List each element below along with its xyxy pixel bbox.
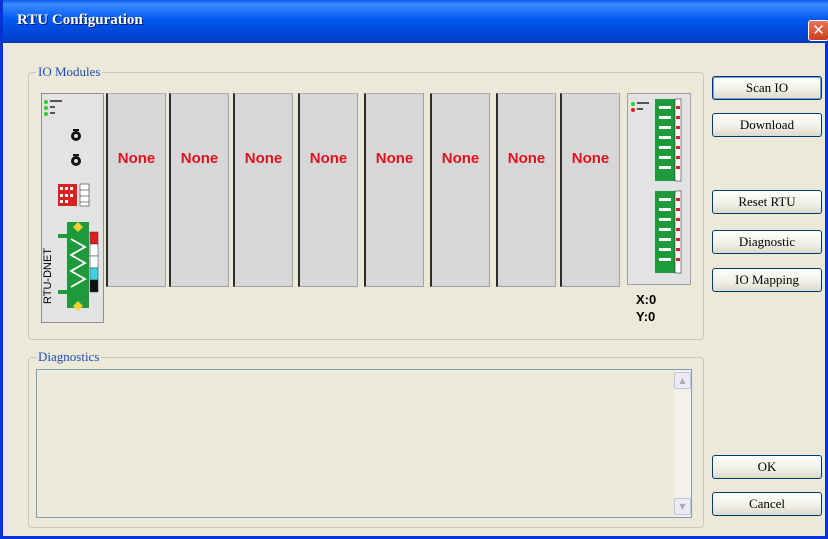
slot-status: None <box>244 150 283 167</box>
io-modules-legend: IO Modules <box>36 64 103 80</box>
window-title: RTU Configuration <box>17 12 143 28</box>
io-slot-5[interactable]: None <box>364 93 424 287</box>
ok-button[interactable]: OK <box>712 455 822 479</box>
lv-led-icon <box>631 108 635 112</box>
diagnostic-button[interactable]: Diagnostic <box>712 230 822 254</box>
slot-status: None <box>180 150 219 167</box>
slot-status: None <box>571 150 610 167</box>
io-slot-4[interactable]: None <box>298 93 358 287</box>
end-module-art <box>631 98 682 274</box>
y-count-label: Y:0 <box>636 309 656 324</box>
slot-status: None <box>507 150 546 167</box>
run-led-icon <box>631 102 635 106</box>
io-slot-1[interactable]: None <box>106 93 166 287</box>
io-mapping-button[interactable]: IO Mapping <box>712 268 822 292</box>
rtu-dnet-module[interactable]: RTU-DNET <box>41 93 104 323</box>
run-led-icon <box>44 100 48 104</box>
rtu-configuration-dialog: RTU Configuration ✕ IO Modules RTU-DNET … <box>0 0 828 539</box>
ms-led-icon <box>44 106 48 110</box>
ns-led-icon <box>44 112 48 116</box>
io-slot-7[interactable]: None <box>496 93 556 287</box>
io-slot-8[interactable]: None <box>560 93 620 287</box>
scroll-down-icon[interactable]: ▼ <box>674 498 691 515</box>
rtu-dnet-label: RTU-DNET <box>42 247 54 304</box>
slot-status: None <box>309 150 348 167</box>
devicenet-connector-icon <box>67 222 89 308</box>
cancel-button[interactable]: Cancel <box>712 492 822 516</box>
io-slot-2[interactable]: None <box>169 93 229 287</box>
x-count-label: X:0 <box>636 292 657 307</box>
end-module[interactable] <box>627 93 691 285</box>
slot-status: None <box>441 150 480 167</box>
close-icon: ✕ <box>812 21 825 39</box>
slot-status: None <box>375 150 414 167</box>
title-bar[interactable]: RTU Configuration ✕ <box>3 0 828 43</box>
reset-rtu-button[interactable]: Reset RTU <box>712 190 822 214</box>
scan-io-button[interactable]: Scan IO <box>712 76 822 100</box>
download-button[interactable]: Download <box>712 113 822 137</box>
slot-status: None <box>117 150 156 167</box>
io-slot-6[interactable]: None <box>430 93 490 287</box>
diagnostics-scrollbar[interactable]: ▲ ▼ <box>674 370 691 517</box>
close-button[interactable]: ✕ <box>808 20 828 41</box>
scroll-up-icon[interactable]: ▲ <box>674 372 691 389</box>
diagnostics-legend: Diagnostics <box>36 349 102 365</box>
io-slot-3[interactable]: None <box>233 93 293 287</box>
diagnostics-textarea[interactable]: ▲ ▼ <box>36 369 692 518</box>
